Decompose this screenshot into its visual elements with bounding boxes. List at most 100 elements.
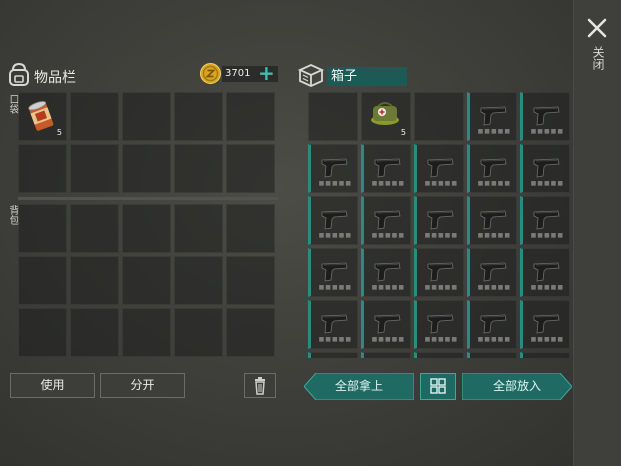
section-divider: [18, 197, 278, 200]
box-slot[interactable]: ■■■■■: [520, 144, 570, 193]
durability-dots: ■■■■■: [318, 336, 352, 343]
box-grid-container[interactable]: 5 ■■■■■ ■■■■■ ■■■■■ ■■■■■ ■■■■■ ■■■■■ ■■■■■ ■■■■…: [308, 92, 570, 358]
backpack-slot[interactable]: [226, 256, 275, 305]
box-slot[interactable]: ■■■■■: [520, 196, 570, 245]
box-header: 箱子: [297, 60, 567, 90]
box-slot[interactable]: [414, 92, 464, 141]
backpack-slot[interactable]: [70, 204, 119, 253]
close-label[interactable]: 关闭: [589, 46, 605, 70]
pocket-label: 口袋: [7, 94, 18, 114]
box-slot[interactable]: ■■■■■: [520, 352, 570, 358]
box-slot[interactable]: ■■■■■: [414, 144, 464, 193]
durability-dots: ■■■■■: [530, 128, 564, 135]
pistol-icon: [321, 158, 348, 178]
box-slot[interactable]: ■■■■■: [520, 248, 570, 297]
box-slot[interactable]: 5: [361, 92, 411, 141]
canned-food-icon: [28, 101, 54, 131]
backpack-slot[interactable]: [122, 204, 171, 253]
pistol-icon: [374, 158, 401, 178]
pocket-slot[interactable]: [70, 92, 119, 141]
pocket-slot[interactable]: [174, 144, 223, 193]
backpack-slot[interactable]: [174, 308, 223, 357]
box-slot[interactable]: ■■■■■: [467, 144, 517, 193]
box-slot[interactable]: ■■■■■: [414, 248, 464, 297]
durability-dots: ■■■■■: [477, 232, 511, 239]
pocket-slot[interactable]: [70, 144, 119, 193]
pistol-icon: [374, 210, 401, 230]
sort-button[interactable]: [420, 373, 456, 400]
backpack-icon: [6, 61, 32, 87]
box-slot[interactable]: ■■■■■: [361, 300, 411, 349]
pistol-icon: [321, 314, 348, 334]
box-slot[interactable]: ■■■■■: [308, 144, 358, 193]
backpack-slot[interactable]: [226, 308, 275, 357]
durability-dots: ■■■■■: [371, 232, 405, 239]
box-slot[interactable]: ■■■■■: [467, 196, 517, 245]
box-slot[interactable]: ■■■■■: [520, 300, 570, 349]
durability-dots: ■■■■■: [477, 128, 511, 135]
box-slot[interactable]: ■■■■■: [308, 352, 358, 358]
box-slot[interactable]: ■■■■■: [467, 92, 517, 141]
durability-dots: ■■■■■: [477, 284, 511, 291]
use-button[interactable]: 使用: [10, 373, 95, 398]
durability-dots: ■■■■■: [371, 284, 405, 291]
box-slot[interactable]: ■■■■■: [467, 300, 517, 349]
backpack-slot[interactable]: [122, 256, 171, 305]
take-all-button[interactable]: 全部拿上: [304, 373, 414, 400]
box-slot[interactable]: [308, 92, 358, 141]
box-slot[interactable]: ■■■■■: [361, 196, 411, 245]
trash-button[interactable]: [244, 373, 276, 398]
pistol-icon: [533, 314, 560, 334]
pocket-slot[interactable]: [122, 92, 171, 141]
backpack-slot[interactable]: [18, 256, 67, 305]
split-button[interactable]: 分开: [100, 373, 185, 398]
box-slot[interactable]: ■■■■■: [361, 352, 411, 358]
box-slot[interactable]: ■■■■■: [467, 248, 517, 297]
box-slot[interactable]: ■■■■■: [520, 92, 570, 141]
pocket-slot[interactable]: [226, 92, 275, 141]
box-slot[interactable]: ■■■■■: [414, 352, 464, 358]
backpack-slot[interactable]: [70, 256, 119, 305]
box-slot[interactable]: ■■■■■: [414, 300, 464, 349]
close-icon[interactable]: [586, 17, 608, 39]
box-slot[interactable]: ■■■■■: [361, 248, 411, 297]
pistol-icon: [480, 106, 507, 126]
box-name-field[interactable]: 箱子: [327, 67, 407, 86]
pocket-slot[interactable]: [18, 144, 67, 193]
put-all-button[interactable]: 全部放入: [462, 373, 572, 400]
box-slot[interactable]: ■■■■■: [361, 144, 411, 193]
backpack-slot[interactable]: [18, 204, 67, 253]
pistol-icon: [321, 262, 348, 282]
backpack-slot[interactable]: [122, 308, 171, 357]
backpack-slot[interactable]: [174, 256, 223, 305]
pistol-icon: [533, 106, 560, 126]
backpack-slot[interactable]: [174, 204, 223, 253]
box-slot[interactable]: ■■■■■: [414, 196, 464, 245]
box-slot[interactable]: ■■■■■: [467, 352, 517, 358]
pistol-icon: [533, 210, 560, 230]
pistol-icon: [374, 262, 401, 282]
backpack-grid: [18, 204, 275, 357]
box-slot[interactable]: ■■■■■: [308, 300, 358, 349]
backpack-slot[interactable]: [18, 308, 67, 357]
pistol-icon: [480, 262, 507, 282]
durability-dots: ■■■■■: [477, 180, 511, 187]
pocket-slot[interactable]: [226, 144, 275, 193]
pocket-slot[interactable]: 5: [18, 92, 67, 141]
durability-dots: ■■■■■: [530, 336, 564, 343]
pistol-icon: [480, 158, 507, 178]
pistol-icon: [480, 210, 507, 230]
add-currency-button[interactable]: +: [258, 63, 275, 83]
pocket-slot[interactable]: [122, 144, 171, 193]
durability-dots: ■■■■■: [477, 336, 511, 343]
pistol-icon: [374, 314, 401, 334]
backpack-slot[interactable]: [226, 204, 275, 253]
pocket-slot[interactable]: [174, 92, 223, 141]
box-slot[interactable]: ■■■■■: [308, 248, 358, 297]
crate-icon: [297, 62, 325, 88]
pistol-icon: [321, 210, 348, 230]
backpack-slot[interactable]: [70, 308, 119, 357]
box-slot[interactable]: ■■■■■: [308, 196, 358, 245]
item-quantity: 5: [56, 128, 62, 137]
durability-dots: ■■■■■: [318, 284, 352, 291]
